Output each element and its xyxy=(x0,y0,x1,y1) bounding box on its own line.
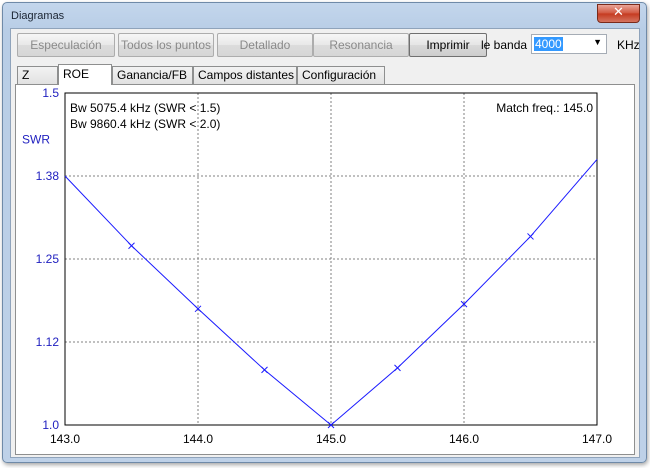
resonance-button[interactable]: Resonancia xyxy=(313,33,409,57)
print-button[interactable]: Imprimir xyxy=(409,33,487,57)
y-tick-label: 1.12 xyxy=(36,335,60,349)
detailed-button[interactable]: Detallado xyxy=(217,33,313,57)
dropdown-arrow-icon[interactable]: ▼ xyxy=(593,37,602,47)
x-tick-label: 147.0 xyxy=(582,432,612,446)
data-point-marker xyxy=(527,233,534,240)
y-tick-label: 1.0 xyxy=(42,418,59,432)
swr-chart: 1.5 1.38 1.25 1.12 1.0143.0 144.0 145.0 146.0 14… xyxy=(22,86,612,446)
bandwidth-annotation-2: Bw 9860.4 kHz (SWR < 2.0) xyxy=(70,117,220,131)
x-tick-label: 145.0 xyxy=(316,432,346,446)
swr-panel: 1.5 1.38 1.25 1.12 1.0 143.0 144.0 145.0 146.0 14… xyxy=(15,84,635,455)
x-tick-label: 146.0 xyxy=(449,432,479,446)
match-frequency-annotation: Match freq.: 145.0 xyxy=(496,101,593,115)
close-icon: ✕ xyxy=(613,5,624,20)
tab-z[interactable]: Z xyxy=(17,66,58,84)
speculation-button[interactable]: Especulación xyxy=(17,33,115,57)
client-area: Especulación Todos los puntos Detallado … xyxy=(10,28,640,458)
bandwidth-annotation-1: Bw 5075.4 kHz (SWR < 1.5) xyxy=(70,101,220,115)
tab-configuration[interactable]: Configuración xyxy=(297,66,385,84)
x-tick-label: 144.0 xyxy=(183,432,213,446)
band-label: le banda xyxy=(481,38,528,52)
band-value: 4000 xyxy=(534,37,563,51)
y-tick-label: 1.5 xyxy=(42,86,59,100)
title-bar[interactable]: Diagramas ✕ xyxy=(3,3,646,27)
y-tick-label: 1.25 xyxy=(36,252,60,266)
tab-gain-fb[interactable]: Ganancia/FB xyxy=(112,66,193,84)
tab-roe[interactable]: ROE xyxy=(58,64,112,85)
y-tick-label: 1.38 xyxy=(36,169,60,183)
data-point-marker xyxy=(261,366,268,374)
band-select[interactable]: 4000 ▼ xyxy=(531,34,607,54)
diagrams-window: Diagramas ✕ Especulación Todos los punto… xyxy=(2,2,647,463)
all-points-button[interactable]: Todos los puntos xyxy=(118,33,214,57)
y-axis-label: SWR xyxy=(22,132,50,146)
data-point-marker xyxy=(394,364,401,372)
toolbar: Especulación Todos los puntos Detallado … xyxy=(11,29,641,63)
data-point-marker xyxy=(128,242,135,250)
tab-far-fields[interactable]: Campos distantes xyxy=(193,66,297,84)
x-tick-label: 143.0 xyxy=(50,432,80,446)
close-button[interactable]: ✕ xyxy=(597,4,640,23)
window-title: Diagramas xyxy=(11,10,65,22)
band-unit-label: KHz xyxy=(617,38,640,52)
